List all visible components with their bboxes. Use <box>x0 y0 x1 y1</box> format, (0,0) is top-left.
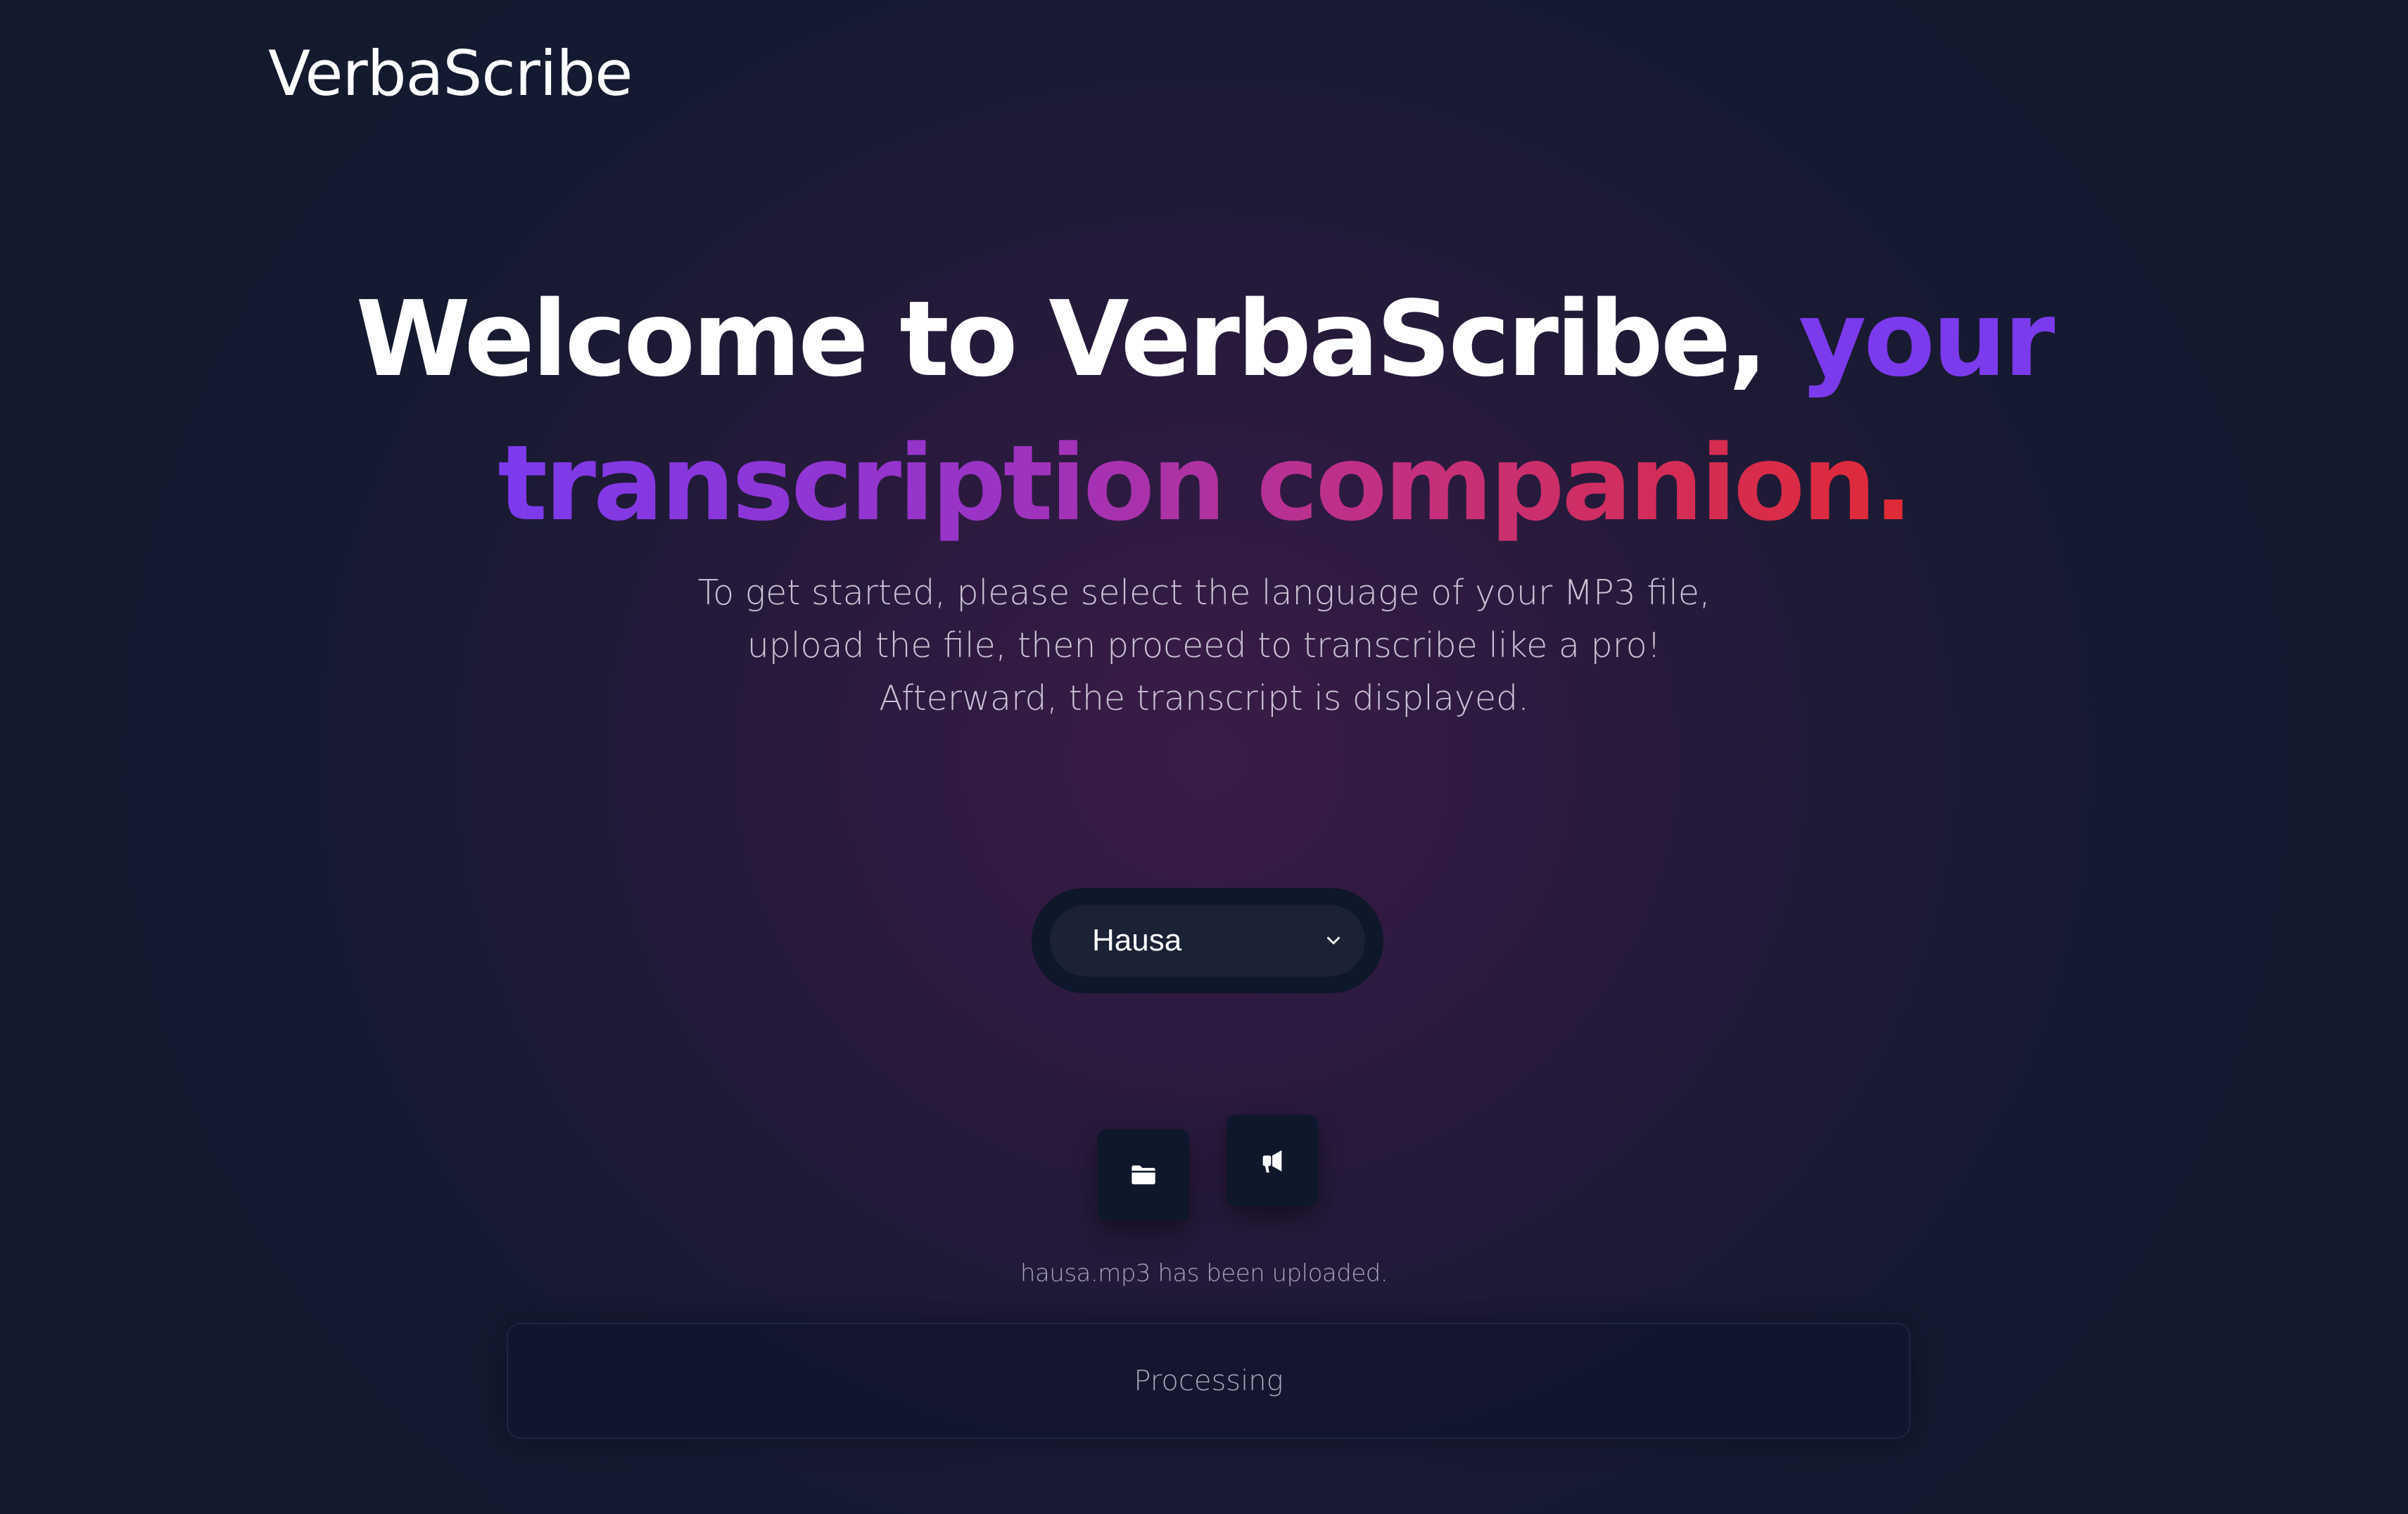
processing-panel: Processing <box>507 1323 1910 1439</box>
upload-status-text: hausa.mp3 has been uploaded. <box>1020 1259 1388 1287</box>
language-select[interactable]: Hausa <box>1032 888 1383 993</box>
folder-icon <box>1132 1165 1155 1185</box>
upload-file-button[interactable] <box>1098 1129 1189 1221</box>
app-logo[interactable]: VerbaScribe <box>268 37 633 111</box>
headline-welcome: Welcome to VerbaScribe, <box>355 279 1768 400</box>
headline-your: your <box>1798 279 2055 400</box>
processing-label: Processing <box>1134 1365 1284 1397</box>
transcribe-button[interactable] <box>1227 1115 1318 1207</box>
chevron-down-icon <box>1327 936 1340 945</box>
language-select-field[interactable]: Hausa <box>1050 905 1365 977</box>
headline-companion: transcription companion. <box>498 423 1913 544</box>
hero-headline: Welcome to VerbaScribe, your transcripti… <box>0 267 2408 556</box>
megaphone-icon <box>1262 1150 1282 1173</box>
language-select-value: Hausa <box>1092 923 1182 958</box>
hero-subtitle: To get started, please select the langua… <box>697 573 1711 718</box>
